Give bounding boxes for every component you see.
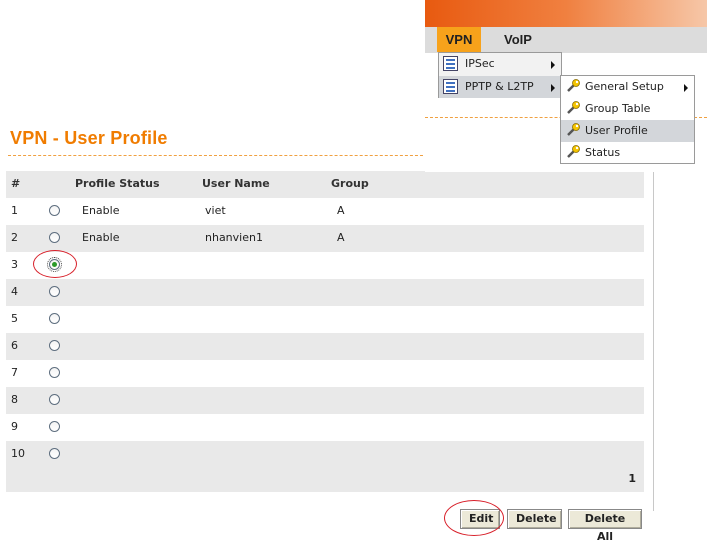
delete-all-button[interactable]: Delete All [568, 509, 642, 543]
annotation-circle-edit [444, 500, 504, 536]
table-row: 3 [6, 252, 644, 279]
wrench-icon [567, 101, 580, 114]
row-select-radio[interactable] [49, 448, 60, 459]
menu-item-pptp-l2tp[interactable]: PPTP & L2TP [439, 76, 561, 98]
wrench-icon [567, 123, 580, 136]
menu-item-general-setup[interactable]: General Setup [561, 76, 694, 98]
row-number: 5 [11, 312, 18, 325]
menu-item-label: PPTP & L2TP [465, 80, 534, 93]
row-number: 3 [11, 258, 18, 271]
header-banner [425, 0, 707, 27]
table-row: 7 [6, 360, 644, 387]
vpn-dropdown: IPSec PPTP & L2TP [438, 52, 562, 98]
title-divider [8, 155, 428, 156]
menu-item-group-table[interactable]: Group Table [561, 98, 694, 120]
menu-item-label: IPSec [465, 57, 495, 70]
row-number: 2 [11, 231, 18, 244]
user-name: viet [205, 204, 226, 217]
menu-bar: VPN VoIP [425, 27, 707, 53]
row-number: 9 [11, 420, 18, 433]
menu-item-label: General Setup [585, 80, 664, 93]
table-row: 1 Enable viet A [6, 198, 644, 225]
tab-vpn[interactable]: VPN [437, 27, 481, 52]
row-select-radio[interactable] [49, 394, 60, 405]
row-select-radio[interactable] [49, 367, 60, 378]
header-num: # [11, 177, 21, 190]
row-number: 8 [11, 393, 18, 406]
table-header-row: # Profile Status User Name Group [6, 171, 644, 198]
row-number: 6 [11, 339, 18, 352]
submenu-arrow-icon [684, 84, 688, 92]
row-number: 4 [11, 285, 18, 298]
delete-button[interactable]: Delete [507, 509, 562, 529]
row-select-radio[interactable] [49, 340, 60, 351]
group-name: A [337, 231, 345, 244]
row-select-radio[interactable] [49, 313, 60, 324]
table-row: 10 [6, 441, 644, 468]
header-user-name: User Name [202, 177, 270, 190]
row-select-radio[interactable] [49, 286, 60, 297]
profile-status: Enable [82, 204, 120, 217]
table-row: 5 [6, 306, 644, 333]
tab-voip[interactable]: VoIP [493, 27, 543, 52]
menu-item-label: Group Table [585, 102, 651, 115]
menu-overlay: VPN VoIP IPSec PPTP & L2TP General Setup… [425, 0, 707, 172]
wrench-icon [567, 145, 580, 158]
group-name: A [337, 204, 345, 217]
profile-status: Enable [82, 231, 120, 244]
menu-item-status[interactable]: Status [561, 142, 694, 164]
table-row: 6 [6, 333, 644, 360]
table-footer: 1 [6, 465, 644, 492]
user-name: nhanvien1 [205, 231, 263, 244]
row-select-radio[interactable] [49, 205, 60, 216]
table-row: 8 [6, 387, 644, 414]
header-group: Group [331, 177, 369, 190]
menu-item-label: User Profile [585, 124, 648, 137]
menu-item-user-profile[interactable]: User Profile [561, 120, 694, 142]
row-select-radio[interactable] [49, 421, 60, 432]
table-right-border [653, 171, 654, 511]
table-row: 2 Enable nhanvien1 A [6, 225, 644, 252]
row-number: 10 [11, 447, 25, 460]
annotation-circle-radio [33, 250, 77, 278]
pptp-l2tp-submenu: General Setup Group Table User Profile S… [560, 75, 695, 164]
menu-item-label: Status [585, 146, 621, 159]
submenu-arrow-icon [551, 84, 555, 92]
row-select-radio[interactable] [49, 232, 60, 243]
wrench-icon [567, 79, 580, 92]
header-profile-status: Profile Status [75, 177, 160, 190]
row-number: 7 [11, 366, 18, 379]
list-icon [443, 79, 458, 94]
list-icon [443, 56, 458, 71]
page-title: VPN - User Profile [10, 128, 168, 148]
page-number[interactable]: 1 [628, 465, 636, 492]
submenu-arrow-icon [551, 61, 555, 69]
user-profile-table: # Profile Status User Name Group 1 Enable… [6, 171, 653, 506]
row-number: 1 [11, 204, 18, 217]
menu-item-ipsec[interactable]: IPSec [439, 53, 561, 75]
table-row: 4 [6, 279, 644, 306]
table-row: 9 [6, 414, 644, 441]
